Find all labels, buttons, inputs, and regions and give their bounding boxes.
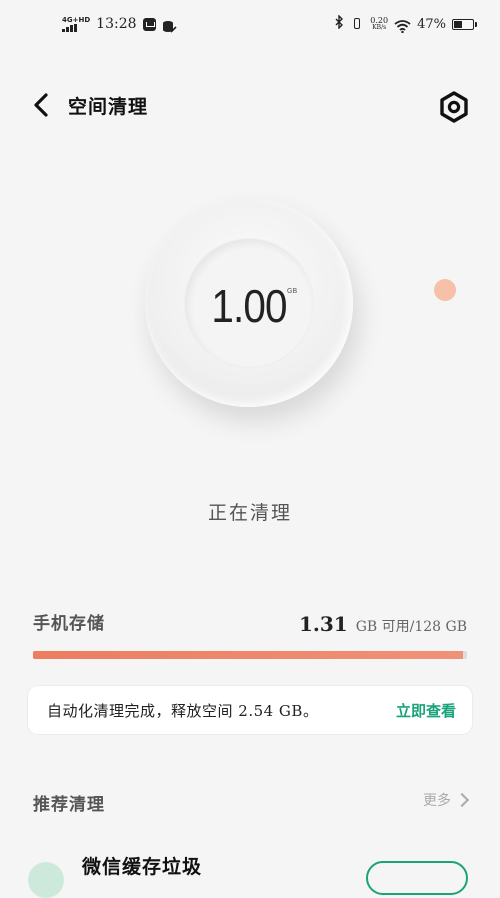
more-label: 更多 — [423, 793, 451, 809]
storage-label: 手机存储 — [33, 614, 105, 634]
network-type: 4G+HD — [62, 15, 91, 24]
header: 空间清理 — [0, 78, 500, 132]
recommend-item-button[interactable] — [366, 861, 468, 895]
decorative-dot — [434, 279, 456, 301]
cleaned-unit: GB — [287, 288, 298, 295]
battery-percent: 47% — [417, 16, 446, 32]
speed-unit: KB/s — [372, 24, 387, 31]
clock: 13:28 — [96, 16, 137, 32]
back-arrow-icon — [34, 93, 48, 117]
recommend-section-title: 推荐清理 — [33, 795, 105, 815]
back-button[interactable] — [30, 90, 56, 120]
notification-icon — [142, 17, 156, 31]
chevron-right-icon — [454, 792, 470, 808]
dial-center: 1.00 GB — [185, 239, 313, 367]
storage-notification-icon — [162, 18, 177, 33]
status-bar: 4G+HD 13:28 0.20 KB/s 47% — [0, 0, 500, 52]
more-link[interactable]: 更多 — [423, 790, 470, 810]
recommend-item[interactable]: 微信缓存垃圾 — [0, 846, 500, 898]
status-left: 4G+HD 13:28 — [62, 15, 177, 33]
status-right: 0.20 KB/s 47% — [335, 14, 477, 33]
view-now-link[interactable]: 立即查看 — [396, 700, 456, 721]
signal-icon: 4G+HD — [62, 15, 91, 32]
cleanup-dial: 1.00 GB — [145, 199, 353, 407]
cleanup-notice-card: 自动化清理完成，释放空间 2.54 GB。 立即查看 — [28, 686, 472, 734]
storage-detail: GB 可用/128 GB — [355, 619, 467, 635]
network-speed: 0.20 KB/s — [370, 17, 388, 31]
notice-text: 自动化清理完成，释放空间 2.54 GB。 — [47, 702, 319, 720]
cleaning-status: 正在清理 — [207, 502, 292, 524]
gear-icon — [440, 91, 468, 123]
storage-available: 1.31 — [298, 612, 348, 636]
bluetooth-icon — [335, 14, 344, 33]
storage-progress-bar — [33, 651, 467, 659]
settings-button[interactable] — [437, 90, 471, 124]
vibrate-icon — [350, 17, 364, 31]
battery-icon — [452, 18, 477, 30]
page-title: 空间清理 — [68, 96, 149, 118]
storage-progress-fill — [33, 651, 463, 659]
wifi-icon — [394, 18, 411, 33]
wechat-icon — [28, 862, 64, 898]
storage-info: 1.31 GB 可用/128 GB — [299, 612, 467, 636]
